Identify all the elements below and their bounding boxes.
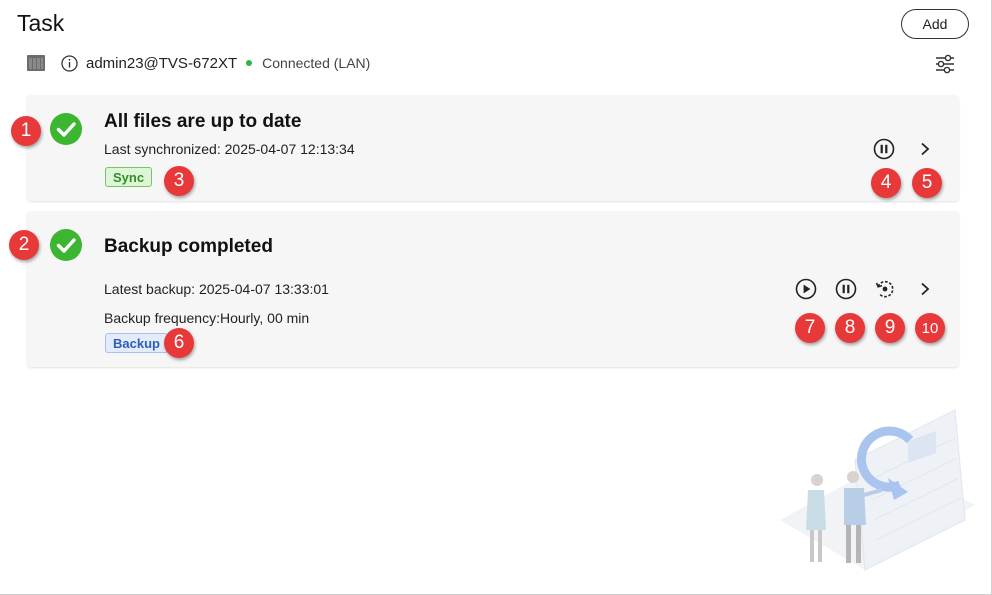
backup-frequency: Backup frequency:Hourly, 00 min [104,310,310,326]
chevron-right-icon[interactable] [913,137,937,161]
play-button[interactable] [794,277,818,301]
annotation-badge: 2 [9,230,39,260]
backup-task-title: Backup completed [104,236,273,257]
annotation-badge: 1 [11,116,41,146]
pause-button[interactable] [872,137,896,161]
chevron-right-icon[interactable] [913,277,937,301]
annotation-badge: 10 [915,313,945,343]
backup-latest-backup: Latest backup: 2025-04-07 13:33:01 [104,281,329,297]
empty-state-illustration [760,400,980,590]
annotation-badge: 4 [871,168,901,198]
restore-icon[interactable] [873,277,897,301]
sync-task-title: All files are up to date [104,111,302,132]
pause-button[interactable] [834,277,858,301]
annotation-badge: 6 [164,328,194,358]
annotation-badge: 5 [912,168,942,198]
annotation-badge: 8 [835,313,865,343]
connection-status-label: Connected (LAN) [262,55,371,71]
page-title: Task [17,10,65,36]
connection-status-dot [246,60,253,66]
check-circle-icon [49,228,83,262]
device-info-row: admin23@TVS-672XT Connected (LAN) [26,52,370,74]
sync-last-synchronized: Last synchronized: 2025-04-07 12:13:34 [104,141,355,157]
sync-tag: Sync [105,167,153,187]
annotation-badge: 9 [875,313,905,343]
account-label: admin23@TVS-672XT [86,54,238,72]
annotation-badge: 3 [164,166,194,196]
annotation-badge: 7 [795,313,825,343]
filter-settings-icon[interactable] [933,52,957,76]
nas-device-icon [26,53,46,73]
add-button[interactable]: Add [901,9,969,39]
check-circle-icon [49,112,83,146]
info-icon[interactable] [61,54,78,72]
backup-tag: Backup [105,333,168,353]
